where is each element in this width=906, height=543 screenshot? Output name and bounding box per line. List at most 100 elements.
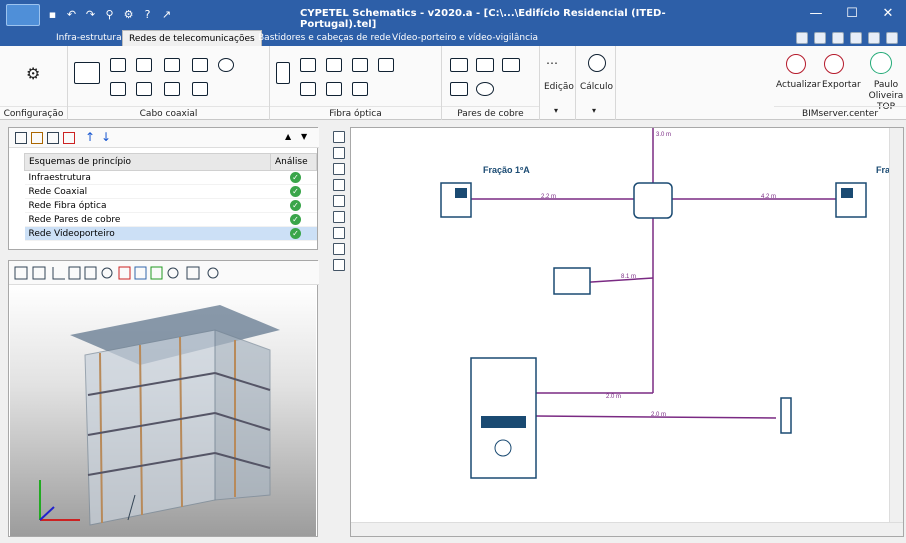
grid-tool-icon[interactable] <box>333 163 345 175</box>
copper-terminal-icon[interactable] <box>502 58 520 72</box>
add-icon[interactable] <box>15 132 27 144</box>
fiber-panel-icon[interactable] <box>326 82 342 96</box>
table-row[interactable]: Infraestrutura ✓ <box>24 170 317 185</box>
rotate-tool-icon[interactable] <box>333 243 345 255</box>
dimension-tool-icon[interactable] <box>333 227 345 239</box>
maximize-button[interactable]: ☐ <box>834 0 870 30</box>
fiber-terminal-icon[interactable] <box>378 58 394 72</box>
fiber-box-icon[interactable] <box>276 62 290 84</box>
settings-icon[interactable]: ⚙ <box>122 8 135 21</box>
calculo-dropdown-icon[interactable]: ▾ <box>592 106 596 115</box>
fiber-patch-icon[interactable] <box>352 82 368 96</box>
binoculars-icon[interactable]: ⚲ <box>103 8 116 21</box>
text-tool-icon[interactable] <box>333 211 345 223</box>
pan-icon[interactable] <box>850 32 862 44</box>
edicao-dropdown-icon[interactable]: ▾ <box>554 106 558 115</box>
group-fibra-optica: Fibra óptica <box>270 46 442 120</box>
redo-icon[interactable]: ↷ <box>84 8 97 21</box>
app-logo-icon[interactable] <box>6 4 40 26</box>
group-edicao: ⋯ Edição ▾ <box>540 46 576 120</box>
length-bottom1: 2.0 m <box>606 394 621 400</box>
copper-plug-icon[interactable] <box>450 58 468 72</box>
splitter-icon[interactable] <box>136 58 152 72</box>
update-icon[interactable] <box>786 54 806 74</box>
3d-toolbar-icons[interactable] <box>9 261 309 285</box>
fiber-outlet-icon[interactable] <box>326 58 342 72</box>
row-name: Rede Pares de cobre <box>24 212 271 227</box>
snap-tool-icon[interactable] <box>333 179 345 191</box>
properties-tool-icon[interactable] <box>333 259 345 271</box>
group-bimserver: Actualizar Exportar Paulo Oliveira TOP B… <box>774 46 906 120</box>
fiber-socket-icon[interactable] <box>300 82 316 96</box>
zoom-all-icon[interactable] <box>832 32 844 44</box>
fiber-splitter-icon[interactable] <box>352 58 368 72</box>
layers-tool-icon[interactable] <box>333 195 345 207</box>
group-calculo: Cálculo ▾ <box>576 46 616 120</box>
length-left: 2.2 m <box>541 194 556 200</box>
minimize-button[interactable]: — <box>798 0 834 30</box>
outlet-icon[interactable] <box>74 62 100 84</box>
collapse-up-icon[interactable]: ▲ <box>285 132 297 144</box>
table-row[interactable]: Rede Coaxial ✓ <box>24 184 317 199</box>
table-row[interactable]: Rede Fibra óptica ✓ <box>24 198 317 213</box>
check-icon: ✓ <box>290 228 301 239</box>
exportar-button[interactable]: Exportar <box>822 80 861 90</box>
vertical-scrollbar[interactable] <box>889 128 903 524</box>
close-button[interactable]: ✕ <box>870 0 906 30</box>
schematic-canvas[interactable]: Fração 1ºA Fraç 3.0 m 2.2 m 4.2 m 8.1 m … <box>350 127 904 537</box>
delete-icon[interactable] <box>63 132 75 144</box>
edit-scheme-icon[interactable] <box>31 132 43 144</box>
copper-panel-icon[interactable] <box>476 58 494 72</box>
copper-router-icon[interactable] <box>476 82 494 96</box>
save-icon[interactable]: ▪ <box>46 8 59 21</box>
help-icon[interactable]: ? <box>141 8 154 21</box>
coax-plug-icon[interactable] <box>110 58 126 72</box>
collapse-down-icon[interactable]: ▼ <box>301 132 313 144</box>
coax-terminal-icon[interactable] <box>192 82 208 96</box>
copy-icon[interactable] <box>47 132 59 144</box>
gear-icon[interactable]: ⚙ <box>26 64 40 83</box>
undo-icon[interactable]: ↶ <box>65 8 78 21</box>
horizontal-scrollbar[interactable] <box>351 522 903 536</box>
row-name: Rede Videoporteiro <box>24 226 271 241</box>
tab-redes-telecomunicacoes[interactable]: Redes de telecomunicações <box>122 30 262 46</box>
select-tool-icon[interactable] <box>333 131 345 143</box>
user-avatar-icon[interactable] <box>870 52 892 74</box>
actualizar-button[interactable]: Actualizar <box>776 80 821 90</box>
globe-icon[interactable] <box>886 32 898 44</box>
tab-video-porteiro[interactable]: Vídeo-porteiro e vídeo-vigilância <box>386 30 544 46</box>
ribbon-tabs: Infra-estrutura Redes de telecomunicaçõe… <box>0 30 906 46</box>
table-row-selected[interactable]: Rede Videoporteiro ✓ <box>24 226 317 241</box>
schemes-table: Esquemas de princípio Análise Infraestru… <box>24 153 317 241</box>
coax-splitter2-icon[interactable] <box>136 82 152 96</box>
tap-icon[interactable] <box>164 58 180 72</box>
3d-building-view[interactable] <box>10 285 316 536</box>
row-name: Rede Fibra óptica <box>24 198 271 213</box>
export-bim-icon[interactable] <box>824 54 844 74</box>
quick-access-toolbar: ▪ ↶ ↷ ⚲ ⚙ ? ↗ <box>46 8 173 21</box>
group-label: Fibra óptica <box>270 106 441 120</box>
table-row[interactable]: Rede Pares de cobre ✓ <box>24 212 317 227</box>
tab-infra-estrutura[interactable]: Infra-estrutura <box>50 30 128 46</box>
refresh-icon[interactable] <box>868 32 880 44</box>
calculator-icon[interactable] <box>588 54 606 72</box>
zoom-icon[interactable] <box>796 32 808 44</box>
export-icon[interactable]: ↗ <box>160 8 173 21</box>
zoom-window-icon[interactable] <box>814 32 826 44</box>
length-right: 4.2 m <box>761 194 776 200</box>
fiber-connector-icon[interactable] <box>300 58 316 72</box>
group-cabo-coaxial: Cabo coaxial <box>68 46 270 120</box>
amplifier-icon[interactable] <box>192 58 208 72</box>
tab-bastidores[interactable]: Bastidores e cabeças de rede <box>252 30 397 46</box>
copper-socket-icon[interactable] <box>450 82 468 96</box>
antenna-icon[interactable] <box>218 58 234 72</box>
move-down-icon[interactable]: ↓ <box>101 131 113 144</box>
rectangle-tool-icon[interactable] <box>333 147 345 159</box>
coax-tap2-icon[interactable] <box>164 82 180 96</box>
edicao-button[interactable]: Edição <box>544 82 574 92</box>
calculo-button[interactable]: Cálculo <box>580 82 613 92</box>
coax-socket-icon[interactable] <box>110 82 126 96</box>
tab-toolbar-icons <box>796 32 898 44</box>
move-up-icon[interactable]: ↑ <box>85 131 97 144</box>
edit-icon[interactable]: ⋯ <box>546 56 558 70</box>
